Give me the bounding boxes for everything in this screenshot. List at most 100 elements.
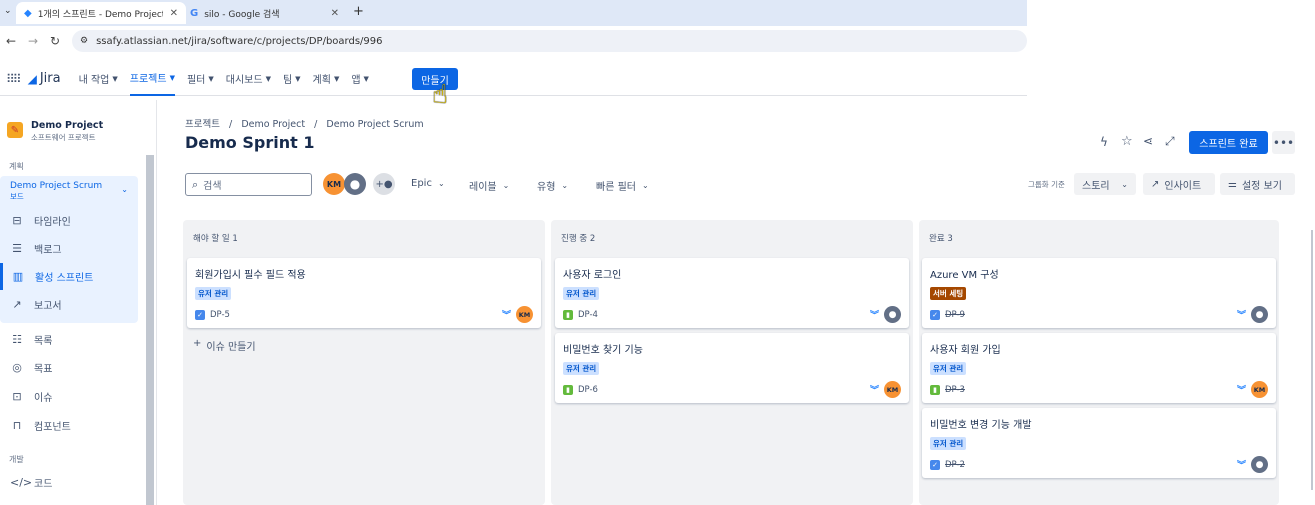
filter-quick[interactable]: 빠른 필터 ⌄	[596, 178, 649, 193]
jira-logo[interactable]: ◢ Jira	[28, 71, 61, 86]
search-placeholder: 검색	[203, 181, 222, 192]
menu-apps[interactable]: 앱 ▼	[351, 62, 369, 96]
menu-my-work[interactable]: 내 작업 ▼	[79, 62, 118, 96]
issue-footer: ✓ DP-2 ︾ ●	[930, 456, 1268, 473]
star-icon[interactable]: ☆	[1121, 134, 1133, 149]
issue-key[interactable]: DP-3	[945, 385, 965, 395]
unassigned-avatar-icon[interactable]: ●	[1251, 456, 1268, 473]
issue-card[interactable]: 회원가입시 필수 필드 적용 유저 관리 ✓ DP-5 ︾ KM	[187, 258, 541, 328]
menu-teams[interactable]: 팀 ▼	[283, 62, 301, 96]
issue-label: 유저 관리	[563, 287, 600, 300]
project-name[interactable]: Demo Project	[31, 120, 103, 131]
app-switcher-icon[interactable]: ⠿⠿	[6, 72, 22, 86]
tab-google[interactable]: G silo - Google 검색 ✕	[182, 2, 347, 24]
sidebar-item-reports[interactable]: ↗ 보고서	[0, 291, 136, 317]
menu-label: 필터	[186, 75, 206, 86]
priority-low-icon: ︾	[1236, 311, 1246, 321]
sidebar-scrollbar[interactable]	[146, 155, 154, 505]
group-by-select[interactable]: 스토리 ⌄	[1074, 173, 1136, 195]
tab-list-chevron-icon[interactable]: ⌄	[4, 6, 12, 16]
assignee-avatar[interactable]: KM	[516, 306, 533, 323]
issue-card[interactable]: 비밀번호 변경 기능 개발 유저 관리 ✓ DP-2 ︾ ●	[922, 408, 1276, 478]
add-people-icon[interactable]: +●	[373, 173, 395, 195]
board-sub: 보드	[10, 192, 24, 201]
board-scrollbar[interactable]	[1311, 230, 1313, 490]
issue-card[interactable]: 사용자 회원 가입 유저 관리 ▮ DP-3 ︾ KM	[922, 333, 1276, 403]
close-icon[interactable]: ✕	[170, 8, 178, 19]
issue-key[interactable]: DP-6	[578, 385, 598, 395]
fullscreen-icon[interactable]: ⤢	[1165, 134, 1175, 149]
sidebar-item-backlog[interactable]: ☰ 백로그	[0, 235, 136, 261]
issue-footer: ✓ DP-5 ︾ KM	[195, 306, 533, 323]
issue-key[interactable]: DP-4	[578, 310, 598, 320]
sidebar-item-label: 컴포넌트	[34, 421, 71, 433]
insights-button[interactable]: ↗ 인사이트	[1143, 173, 1215, 195]
issue-card[interactable]: 비밀번호 찾기 기능 유저 관리 ▮ DP-6 ︾ KM	[555, 333, 909, 403]
filter-label[interactable]: 레이블 ⌄	[469, 178, 509, 193]
menu-filters[interactable]: 필터 ▼	[187, 62, 214, 96]
view-settings-button[interactable]: ⚌ 설정 보기	[1220, 173, 1295, 195]
unassigned-avatar-icon[interactable]: ●	[1251, 306, 1268, 323]
issue-key[interactable]: DP-2	[945, 460, 965, 470]
close-icon[interactable]: ✕	[331, 8, 339, 19]
breadcrumb-item[interactable]: 프로젝트	[185, 119, 220, 130]
issue-key[interactable]: DP-5	[210, 310, 230, 320]
unassigned-avatar-icon[interactable]: ●	[884, 306, 901, 323]
complete-sprint-button[interactable]: 스프린트 완료	[1189, 131, 1268, 154]
board-icon: ▥	[12, 270, 24, 283]
issue-title: 회원가입시 필수 필드 적용	[195, 270, 306, 281]
forward-icon[interactable]: →	[22, 34, 44, 48]
share-icon[interactable]: ⋖	[1143, 134, 1153, 148]
url-field[interactable]: ⚙ ssafy.atlassian.net/jira/software/c/pr…	[72, 30, 1027, 52]
sidebar-item-goals[interactable]: ◎ 목표	[0, 354, 136, 380]
automation-icon[interactable]: ϟ	[1100, 135, 1108, 149]
assignee-avatar[interactable]: KM	[1251, 381, 1268, 398]
avatar-km[interactable]: KM	[323, 173, 345, 195]
sidebar-item-code[interactable]: </> 코드	[0, 469, 136, 495]
assignee-avatar[interactable]: KM	[884, 381, 901, 398]
issue-title: Azure VM 구성	[930, 270, 999, 281]
search-input[interactable]: ⌕ 검색	[185, 173, 312, 196]
issue-key[interactable]: DP-9	[945, 310, 965, 320]
chevron-down-icon: ▼	[295, 74, 301, 83]
tab-jira[interactable]: ◆ 1개의 스프린트 - Demo Project ✕	[16, 2, 186, 24]
issue-title: 사용자 회원 가입	[930, 345, 1001, 356]
sidebar-item-timeline[interactable]: ⊟ 타임라인	[0, 207, 136, 233]
issue-title: 사용자 로그인	[563, 270, 622, 281]
sidebar-item-components[interactable]: ⊓ 컴포넌트	[0, 412, 136, 438]
issue-card[interactable]: Azure VM 구성 서버 세팅 ✓ DP-9 ︾ ●	[922, 258, 1276, 328]
breadcrumb-item[interactable]: Demo Project	[241, 119, 305, 130]
reload-icon[interactable]: ↻	[44, 34, 66, 48]
menu-projects[interactable]: 프로젝트 ▼	[129, 62, 175, 96]
search-icon: ⌕	[192, 177, 199, 191]
url-text: ssafy.atlassian.net/jira/software/c/proj…	[96, 35, 383, 47]
chevron-down-icon: ⌄	[641, 181, 649, 190]
chevron-down-icon: ⌄	[561, 181, 569, 190]
view-settings-label: 설정 보기	[1241, 180, 1282, 192]
avatar-unassigned[interactable]: ●	[344, 173, 366, 195]
site-settings-icon[interactable]: ⚙	[80, 36, 88, 46]
sidebar-item-issues[interactable]: ⊡ 이슈	[0, 383, 136, 409]
menu-plans[interactable]: 계획 ▼	[313, 62, 340, 96]
sidebar-item-list[interactable]: ☷ 목록	[0, 326, 136, 352]
timeline-icon: ⊟	[12, 213, 22, 227]
column-header: 해야 할 일 1	[193, 234, 238, 244]
story-icon: ▮	[563, 384, 573, 395]
filter-epic[interactable]: Epic ⌄	[411, 178, 445, 189]
create-issue-button[interactable]: + 이슈 만들기	[193, 338, 256, 353]
issue-card[interactable]: 사용자 로그인 유저 관리 ▮ DP-4 ︾ ●	[555, 258, 909, 328]
chevron-down-icon: ⌄	[1121, 179, 1128, 189]
back-icon[interactable]: ←	[0, 34, 22, 48]
sidebar-item-label: 활성 스프린트	[35, 273, 94, 284]
chevron-down-icon: ▼	[265, 74, 271, 83]
breadcrumb-item[interactable]: Demo Project Scrum	[326, 119, 423, 130]
chevron-down-icon: ⌄	[502, 181, 510, 190]
new-tab-icon[interactable]: +	[353, 4, 364, 19]
board-selector[interactable]: Demo Project Scrum 보드 ⌄	[10, 181, 132, 202]
menu-dashboards[interactable]: 대시보드 ▼	[226, 62, 271, 96]
section-plan: 계획	[9, 162, 24, 171]
more-actions-button[interactable]: •••	[1272, 131, 1295, 154]
sidebar-item-active-sprint[interactable]: ▥ 활성 스프린트	[0, 263, 136, 290]
filter-type[interactable]: 유형 ⌄	[537, 178, 568, 193]
project-avatar[interactable]: ✎	[7, 122, 23, 138]
